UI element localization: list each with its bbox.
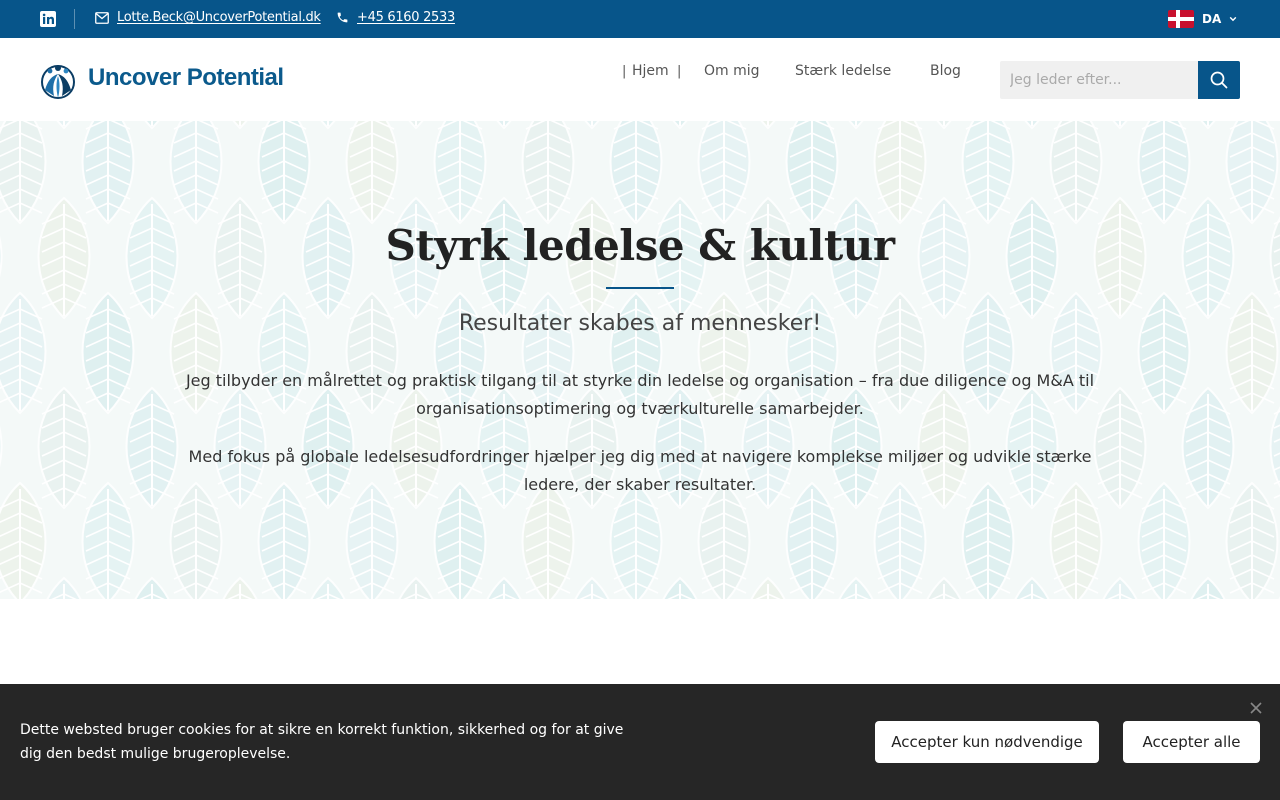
language-selector[interactable]: DA: [1168, 9, 1237, 29]
page-title: Styrk ledelse & kultur: [385, 221, 895, 270]
nav-divider: |: [622, 63, 627, 79]
search-box: [1000, 61, 1240, 99]
accept-all-button[interactable]: Accepter alle: [1123, 721, 1260, 763]
hero-paragraph: Jeg tilbyder en målrettet og praktisk ti…: [185, 371, 1095, 418]
close-icon[interactable]: [1249, 701, 1263, 715]
cookie-text: Dette websted bruger cookies for at sikr…: [20, 722, 624, 762]
language-label: DA: [1202, 12, 1222, 26]
phone-link[interactable]: +45 6160 2533: [357, 10, 455, 25]
search-icon: [1210, 71, 1228, 89]
denmark-flag-icon: [1168, 10, 1194, 28]
divider: [74, 9, 75, 29]
nav-item-om-mig[interactable]: Om mig: [704, 63, 760, 79]
nav-item-staerk-ledelse[interactable]: Stærk ledelse: [795, 63, 891, 79]
hero-paragraph: Med fokus på globale ledelsesudfordringe…: [188, 447, 1092, 494]
nav-divider: |: [677, 63, 682, 79]
linkedin-icon[interactable]: [40, 11, 56, 27]
logo-text[interactable]: Uncover Potential: [88, 64, 284, 92]
hero-section: Styrk ledelse & kultur Resultater skabes…: [0, 121, 1280, 599]
hero-subtitle: Resultater skabes af mennesker!: [458, 311, 822, 336]
accept-necessary-button[interactable]: Accepter kun nødvendige: [875, 721, 1099, 763]
cookie-banner: Dette websted bruger cookies for at sikr…: [0, 684, 1280, 800]
site-header: Uncover Potential | Hjem | Om mig Stærk …: [0, 38, 1280, 121]
chevron-down-icon: [1229, 16, 1237, 22]
top-contact-bar: Lotte.Beck@UncoverPotential.dk +45 6160 …: [0, 0, 1280, 38]
email-link[interactable]: Lotte.Beck@UncoverPotential.dk: [117, 10, 321, 25]
hero-content: Styrk ledelse & kultur Resultater skabes…: [0, 121, 1280, 599]
nav-item-blog[interactable]: Blog: [930, 63, 961, 79]
phone-icon: [337, 12, 348, 23]
search-button[interactable]: [1198, 61, 1240, 99]
title-underline: [606, 287, 674, 289]
mail-icon: [95, 12, 109, 24]
nav-item-hjem[interactable]: Hjem: [632, 63, 669, 79]
search-input[interactable]: [1000, 61, 1198, 99]
logo-icon[interactable]: [40, 60, 76, 100]
